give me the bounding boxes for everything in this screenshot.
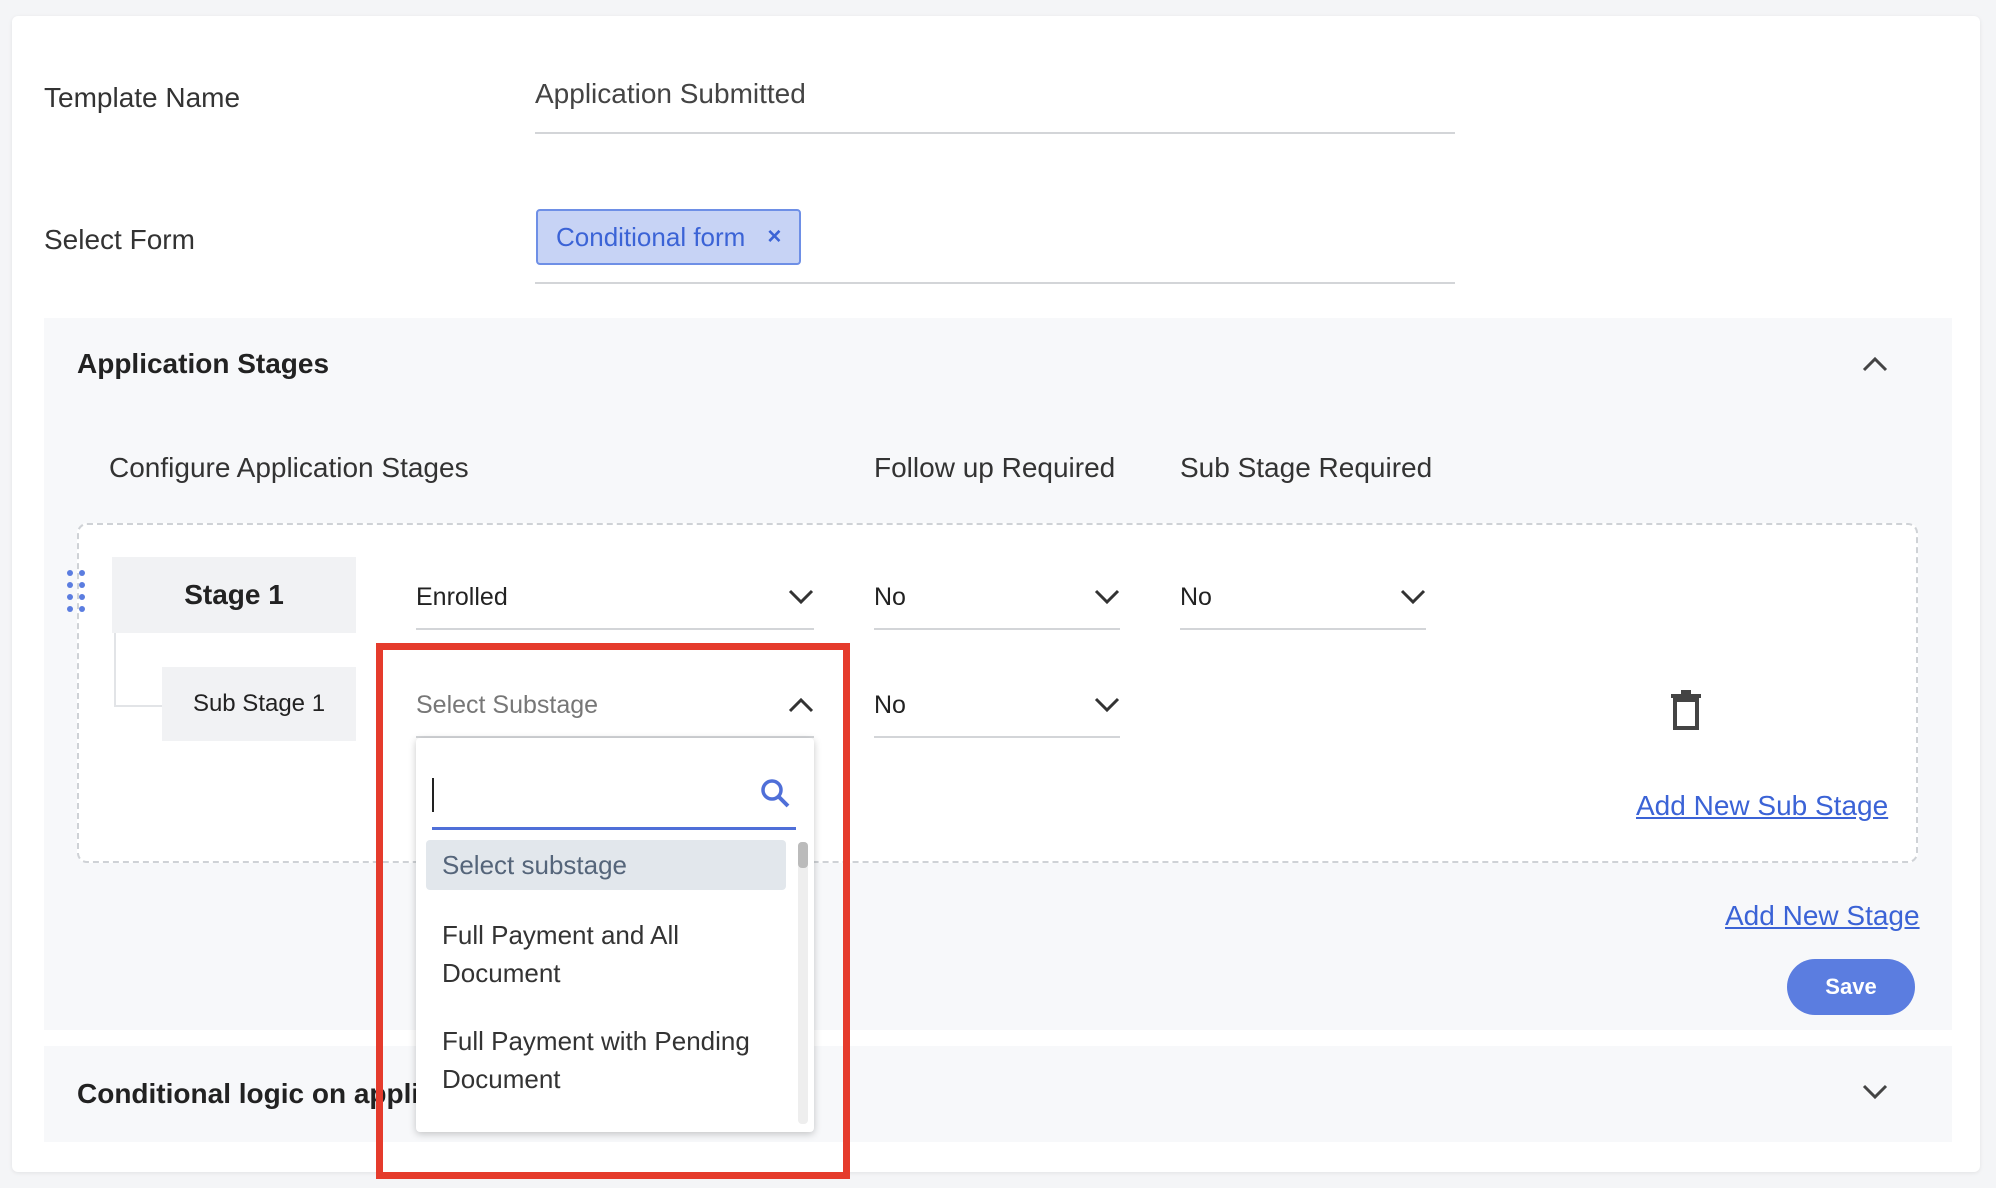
stage-name: Stage 1 [112,557,356,633]
form-chip: Conditional form × [536,209,802,265]
tree-connector-horizontal [114,705,162,707]
sub-stage-header: Sub Stage Required [1180,452,1433,483]
drag-handle-icon[interactable] [64,568,88,614]
trash-icon[interactable] [1670,690,1702,730]
add-new-stage-link[interactable]: Add New Stage [1725,900,1920,932]
sub-stage-follow-up-value: No [874,690,906,719]
template-name-input[interactable]: Application Submitted [535,78,1455,134]
conditional-logic-title: Conditional logic on appli [77,1078,420,1109]
template-name-label: Template Name [44,82,241,113]
stage-sub-stage-required-select[interactable]: No [1180,566,1426,630]
template-name-value: Application Submitted [535,78,806,109]
stage-follow-up-value: No [874,582,906,611]
chevron-down-icon [1094,589,1120,605]
form-chip-label: Conditional form [556,221,746,252]
configure-stages-header: Configure Application Stages [109,452,469,483]
add-new-sub-stage-link[interactable]: Add New Sub Stage [1636,790,1888,822]
chevron-down-icon [1094,697,1120,713]
stage-status-select[interactable]: Enrolled [416,566,814,630]
chip-remove-icon[interactable]: × [767,223,781,251]
highlight-box [376,643,850,1179]
chevron-down-icon [1400,589,1426,605]
select-form-label: Select Form [44,224,195,255]
sub-stage-follow-up-select[interactable]: No [874,674,1120,738]
stage-status-value: Enrolled [416,582,508,611]
tree-connector-vertical [114,633,116,707]
stage-sub-stage-required-value: No [1180,582,1212,611]
sub-stage-name-label: Sub Stage 1 [192,690,326,717]
application-stages-title: Application Stages [77,348,330,379]
stage-follow-up-select[interactable]: No [874,566,1120,630]
chevron-down-icon [788,589,814,605]
save-button[interactable]: Save [1787,959,1915,1015]
stage-name-label: Stage 1 [184,579,284,610]
sub-stage-name: Sub Stage 1 [162,667,356,741]
follow-up-header: Follow up Required [874,452,1116,483]
collapse-chevron-up-icon[interactable] [1862,356,1888,372]
expand-chevron-down-icon[interactable] [1862,1084,1888,1100]
